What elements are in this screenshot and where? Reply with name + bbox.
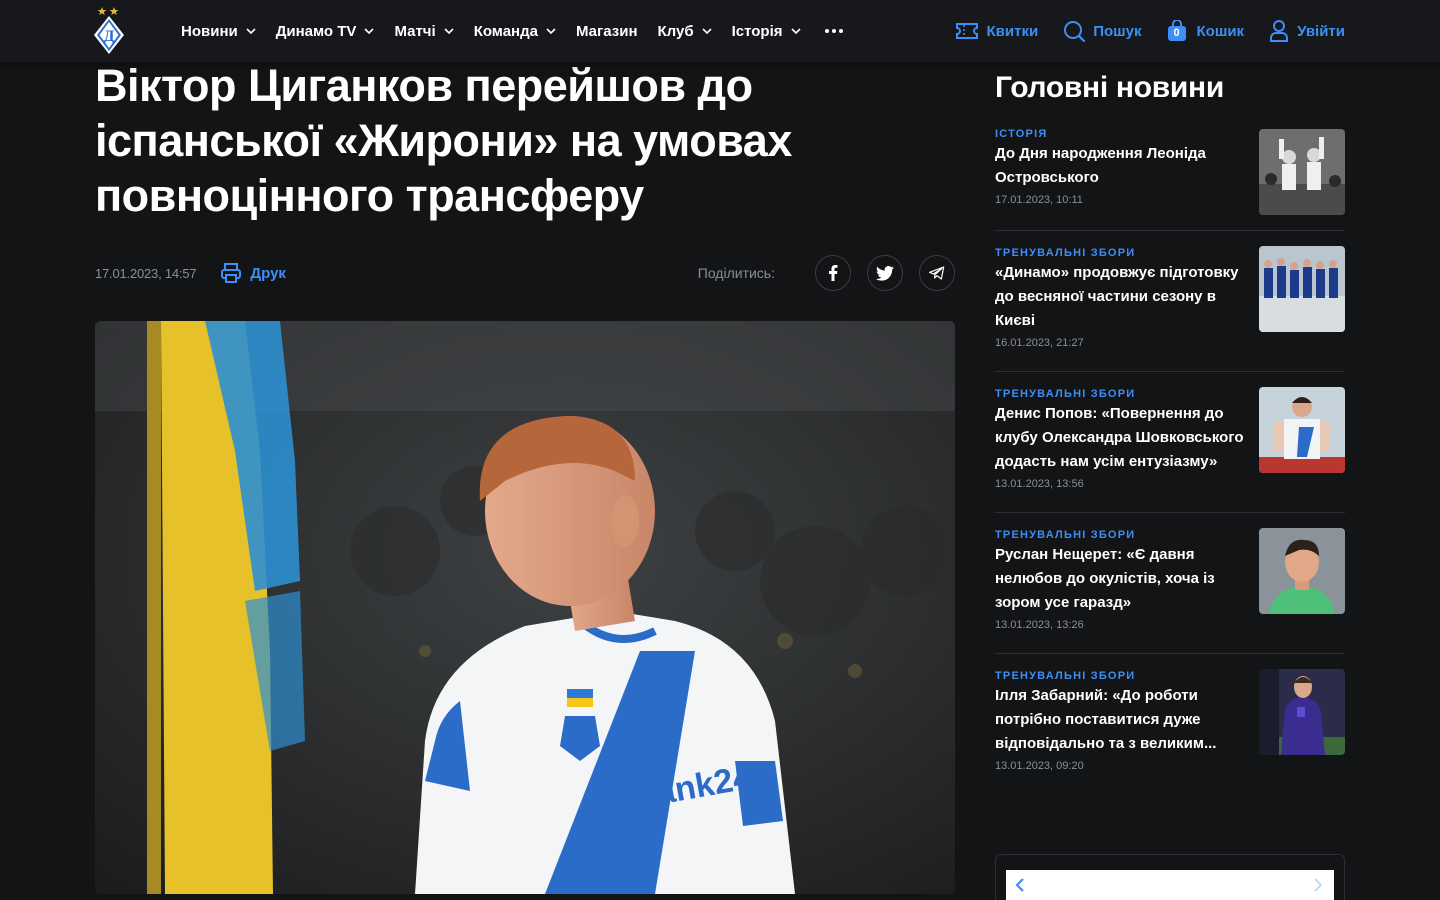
nav-item-label: Динамо TV (275, 22, 357, 40)
dynamo-logo[interactable]: Д (93, 4, 127, 56)
main-nav: Новини Динамо TV Матчі Команда Магазин К… (181, 0, 847, 62)
news-date: 13.01.2023, 13:56 (995, 478, 1084, 490)
telegram-icon (929, 266, 945, 280)
twitter-icon (876, 265, 894, 281)
share-label: Поділитись: (697, 265, 775, 281)
news-title: Руслан Нещерет: «Є давня нелюбов до окул… (995, 546, 1215, 611)
cart-count-badge: 0 (1173, 27, 1180, 39)
nav-item-shop[interactable]: Магазин (576, 23, 638, 40)
nav-item-news[interactable]: Новини (181, 23, 256, 40)
printer-icon (221, 263, 242, 283)
nav-item-matches[interactable]: Матчі (394, 22, 454, 40)
share-facebook-button[interactable] (815, 255, 851, 291)
nav-item-label: Матчі (394, 22, 436, 40)
share-twitter-button[interactable] (867, 255, 903, 291)
list-item[interactable]: Тренувальні збори Ілля Забарний: «До роб… (995, 654, 1345, 795)
banner-slide (1006, 870, 1334, 900)
chevron-down-icon (444, 28, 454, 35)
chevron-down-icon (546, 28, 556, 35)
article-title: Віктор Циганков перейшов до іспанської «… (95, 60, 792, 221)
list-item[interactable]: Тренувальні збори Денис Попов: «Повернен… (995, 372, 1345, 513)
article-meta: 17.01.2023, 14:57 Друк Поділитись: (95, 255, 955, 291)
header-actions: Квитки Пошук 0 Кошик Увійти (930, 0, 1345, 62)
tickets-label: Квитки (986, 22, 1039, 40)
search-button[interactable]: Пошук (1063, 20, 1142, 42)
nav-item-team[interactable]: Команда (474, 23, 556, 40)
chevron-down-icon (790, 28, 801, 35)
news-date: 16.01.2023, 21:27 (995, 337, 1084, 349)
login-button[interactable]: Увійти (1269, 20, 1345, 42)
search-icon (1064, 21, 1086, 42)
login-label: Увійти (1297, 22, 1345, 40)
list-item[interactable]: Історія До Дня народження Леоніда Остров… (995, 118, 1345, 231)
top-news-list: Історія До Дня народження Леоніда Остров… (995, 118, 1345, 795)
print-button[interactable]: Друк (220, 262, 286, 284)
news-date: 13.01.2023, 09:20 (995, 760, 1084, 772)
nav-item-label: Клуб (657, 22, 694, 40)
more-icon[interactable] (821, 25, 847, 37)
news-thumbnail (1259, 246, 1345, 332)
news-date: 13.01.2023, 13:26 (995, 619, 1084, 631)
cart-button[interactable]: 0 Кошик (1167, 19, 1245, 42)
cart-label: Кошик (1196, 22, 1245, 40)
user-icon (1270, 20, 1289, 42)
print-label: Друк (250, 264, 286, 282)
tickets-button[interactable]: Квитки (955, 21, 1039, 41)
news-thumbnail (1259, 528, 1345, 614)
news-title: До Дня народження Леоніда Островського (995, 145, 1206, 186)
article-date: 17.01.2023, 14:57 (95, 265, 197, 281)
chevron-right-icon[interactable] (1312, 877, 1324, 893)
nav-item-label: Команда (473, 22, 538, 40)
sidebar-title: Головні новини (995, 71, 1225, 104)
news-thumbnail (1259, 669, 1345, 755)
cart-icon: 0 (1167, 19, 1187, 42)
chevron-left-icon[interactable] (1014, 877, 1026, 893)
news-title: Денис Попов: «Повернення до клубу Олекса… (995, 405, 1244, 470)
site-header: Д Новини Динамо TV Матчі Команда Магазин… (0, 0, 1440, 62)
news-title: Ілля Забарний: «До роботи потрібно поста… (995, 687, 1217, 752)
svg-text:Д: Д (103, 28, 114, 45)
nav-item-history[interactable]: Історія (732, 23, 801, 40)
chevron-down-icon (364, 28, 375, 35)
nav-item-label: Новини (181, 22, 238, 40)
nav-item-dynamo-tv[interactable]: Динамо TV (276, 23, 375, 40)
list-item[interactable]: Тренувальні збори Руслан Нещерет: «Є дав… (995, 513, 1345, 654)
list-item[interactable]: Тренувальні збори «Динамо» продовжує під… (995, 231, 1345, 372)
nav-item-label: Історія (731, 22, 783, 40)
chevron-down-icon (246, 28, 256, 35)
chevron-down-icon (702, 28, 712, 35)
ticket-icon (955, 23, 978, 39)
article-hero-image: ABank24 (95, 321, 955, 894)
facebook-icon (829, 265, 838, 281)
share-telegram-button[interactable] (919, 255, 955, 291)
news-thumbnail (1259, 387, 1345, 473)
search-label: Пошук (1093, 22, 1142, 40)
banner-slider (995, 854, 1345, 900)
news-thumbnail (1259, 129, 1345, 215)
nav-item-label: Магазин (575, 22, 638, 40)
nav-item-club[interactable]: Клуб (658, 23, 712, 40)
news-title: «Динамо» продовжує підготовку до весняно… (995, 264, 1239, 329)
